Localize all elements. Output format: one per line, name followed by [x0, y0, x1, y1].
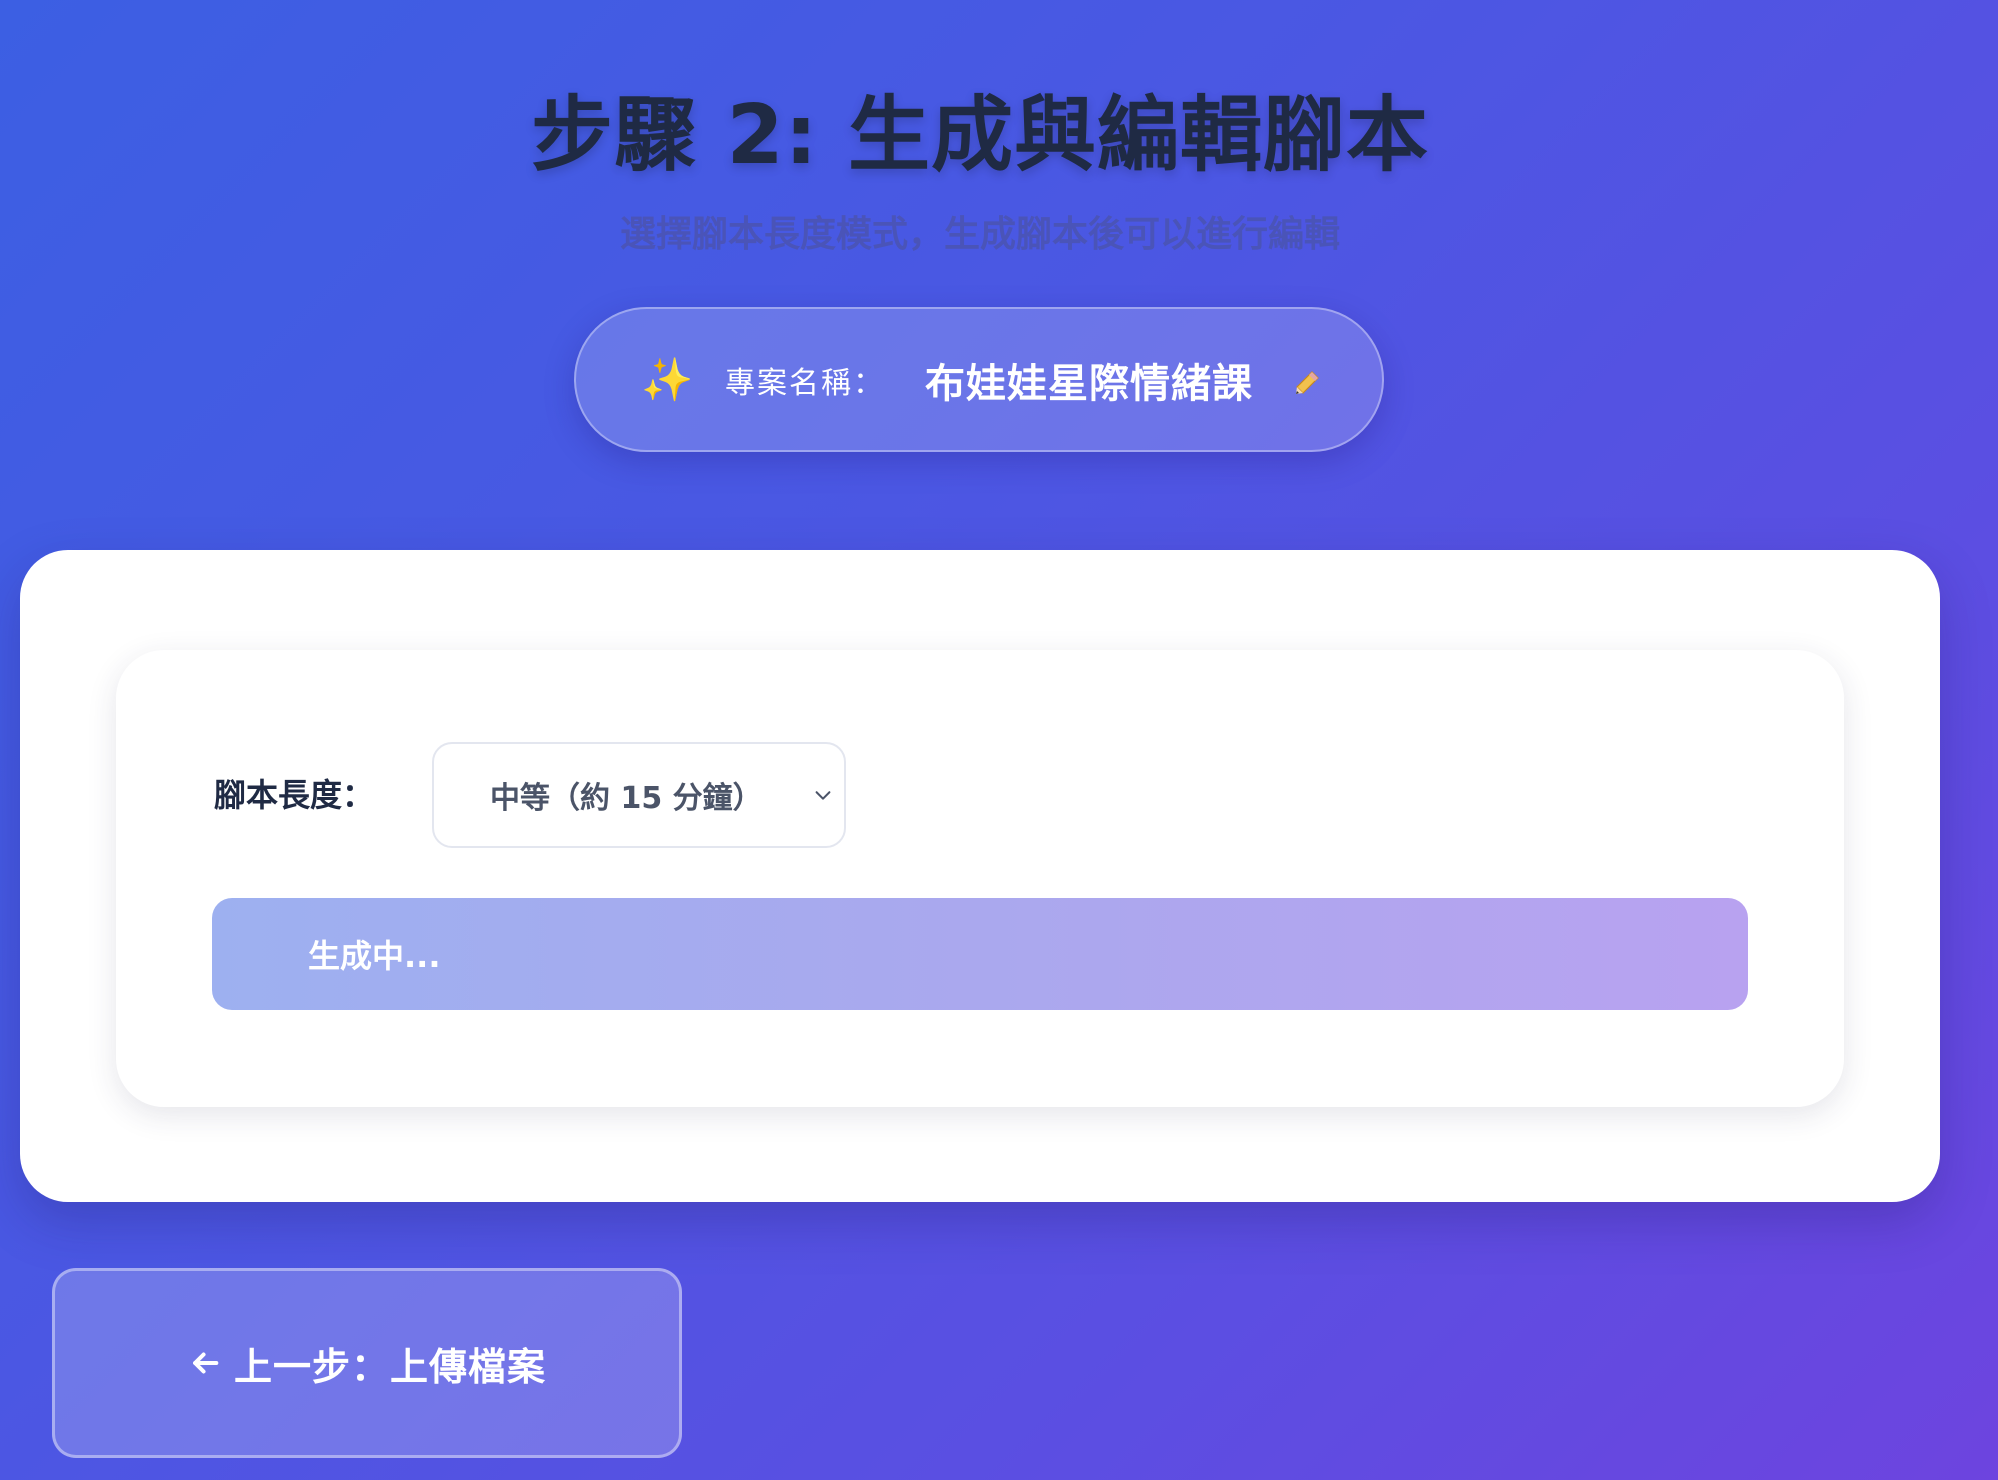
arrow-left-icon	[193, 1352, 219, 1374]
project-name-label: 專案名稱：	[725, 365, 885, 401]
project-name-pill: ✨ 專案名稱： 布娃娃星際情緒課	[574, 307, 1384, 452]
page-title: 步驟 2: 生成與編輯腳本	[531, 88, 1429, 183]
generate-script-button[interactable]: 生成中...	[212, 898, 1748, 1010]
previous-step-label: 上一步：上傳檔案	[233, 1344, 546, 1389]
sparkle-icon: ✨	[641, 354, 694, 404]
script-settings-card: 腳本長度： 中等（約 15 分鐘） 生成中...	[116, 650, 1844, 1107]
page-subtitle: 選擇腳本長度模式，生成腳本後可以進行編輯	[619, 214, 1340, 255]
script-length-label: 腳本長度：	[214, 776, 375, 814]
main-card: 腳本長度： 中等（約 15 分鐘） 生成中...	[20, 550, 1940, 1202]
pencil-icon[interactable]	[1293, 363, 1327, 397]
project-name-value: 布娃娃星際情緒課	[925, 360, 1253, 407]
previous-step-button[interactable]: 上一步：上傳檔案	[52, 1268, 682, 1458]
script-length-select[interactable]: 中等（約 15 分鐘）	[432, 742, 846, 848]
script-length-value: 中等（約 15 分鐘）	[490, 781, 763, 816]
generate-button-label: 生成中...	[308, 937, 441, 975]
chevron-down-icon	[815, 791, 831, 800]
